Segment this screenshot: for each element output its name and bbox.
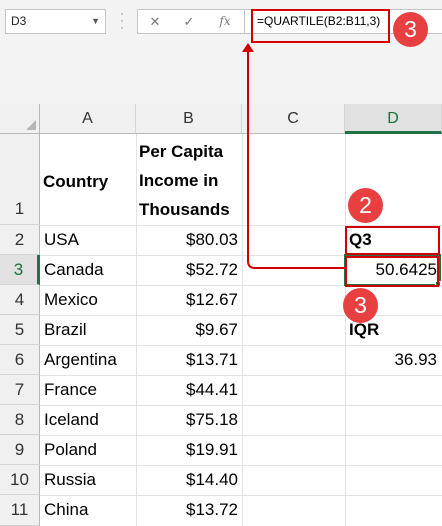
step-badge-value: 3 (343, 288, 378, 323)
step-badge-q3: 2 (348, 188, 383, 223)
annotation-arrow (242, 43, 345, 269)
